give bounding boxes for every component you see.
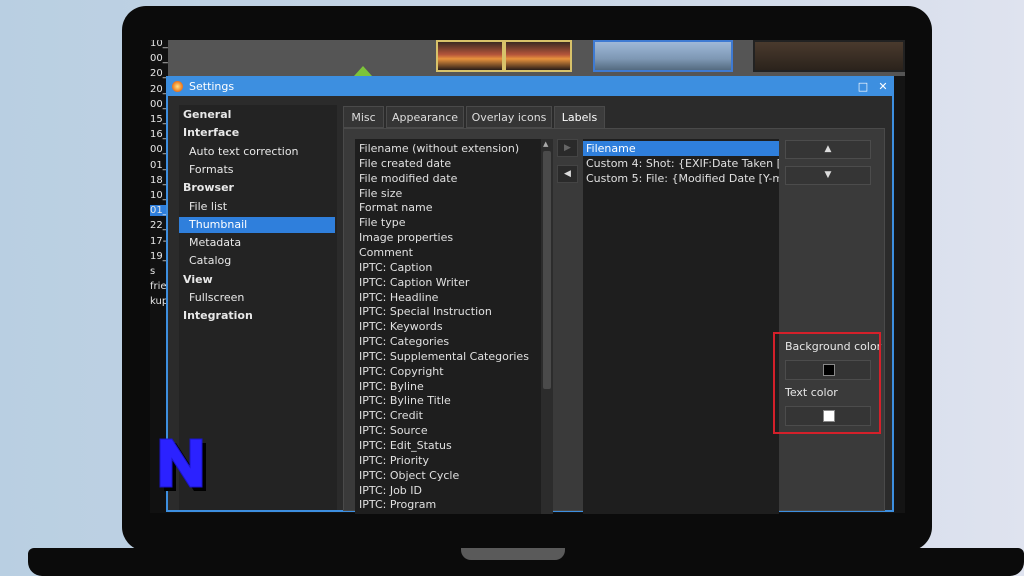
background-thumbnail[interactable] (753, 40, 905, 72)
n-logo-icon (159, 438, 206, 491)
background-file-item[interactable]: 10_WHCRC (150, 40, 168, 49)
sidebar-item-view[interactable]: View (179, 272, 335, 288)
available-field-item[interactable]: File created date (359, 156, 451, 171)
available-fields-scrollbar[interactable]: ▲ (541, 139, 553, 514)
window-title: Settings (189, 80, 235, 93)
sidebar-item-formats[interactable]: Formats (179, 162, 335, 178)
field-options: ▲ ▼ Background color Text color (781, 139, 881, 514)
move-up-button[interactable]: ▲ (785, 140, 871, 159)
available-field-item[interactable]: Filename (without extension) (359, 141, 519, 156)
titlebar: Settings □ ✕ (168, 78, 892, 96)
background-thumbnail[interactable] (504, 40, 572, 72)
background-thumbnail[interactable] (593, 40, 733, 72)
available-field-item[interactable]: IPTC: Object Cycle (359, 468, 459, 483)
settings-window: Settings □ ✕ General Interface Auto text c… (166, 76, 894, 514)
available-field-item[interactable]: Image properties (359, 230, 453, 245)
available-field-item[interactable]: IPTC: Edit_Status (359, 438, 452, 453)
available-field-item[interactable]: IPTC: Source (359, 423, 428, 438)
available-field-item[interactable]: IPTC: Headline (359, 290, 438, 305)
maximize-button[interactable]: □ (856, 80, 870, 94)
add-field-button[interactable]: ▶ (557, 139, 578, 157)
scrollbar-thumb[interactable] (543, 151, 551, 389)
available-field-item[interactable]: IPTC: Job ID (359, 483, 422, 498)
available-field-item[interactable]: IPTC: Supplemental Categories (359, 349, 529, 364)
available-field-item[interactable]: IPTC: Caption Writer (359, 275, 469, 290)
background-file-item[interactable]: s (150, 266, 155, 277)
selected-fields-list[interactable]: Filename Custom 4: Shot: {EXIF:Date Taken… (583, 139, 779, 514)
sidebar-item-fullscreen[interactable]: Fullscreen (179, 290, 335, 306)
sidebar-item-file-list[interactable]: File list (179, 199, 335, 215)
close-button[interactable]: ✕ (876, 80, 890, 94)
available-field-item[interactable]: Format name (359, 200, 432, 215)
available-field-item[interactable]: IPTC: Categories (359, 334, 449, 349)
available-field-item[interactable]: File modified date (359, 171, 457, 186)
tab-overlay-icons[interactable]: Overlay icons (466, 106, 552, 128)
tab-misc[interactable]: Misc (343, 106, 384, 128)
green-marker-icon (354, 66, 372, 76)
sidebar-item-general[interactable]: General (179, 107, 335, 123)
background-thumbnail-strip (168, 40, 905, 76)
highlight-box (773, 332, 881, 434)
background-file-item[interactable]: 17- (150, 236, 166, 247)
selected-field-item[interactable]: Filename (583, 141, 779, 156)
available-field-item[interactable]: IPTC: Copyright (359, 364, 444, 379)
app-icon (172, 81, 183, 92)
sidebar-item-catalog[interactable]: Catalog (179, 253, 335, 269)
sidebar-item-thumbnail[interactable]: Thumbnail (179, 216, 335, 233)
background-thumbnail[interactable] (436, 40, 504, 72)
sidebar-item-auto-text-correction[interactable]: Auto text correction (179, 144, 335, 160)
tab-appearance[interactable]: Appearance (386, 106, 464, 128)
available-field-item[interactable]: File type (359, 215, 405, 230)
available-field-item[interactable]: IPTC: Priority (359, 453, 429, 468)
labels-panel: Filename (without extension) File created… (343, 128, 885, 514)
remove-field-button[interactable]: ◀ (557, 165, 578, 183)
available-field-item[interactable]: File size (359, 186, 402, 201)
sidebar-item-metadata[interactable]: Metadata (179, 235, 335, 251)
selected-field-item[interactable]: Custom 5: File: {Modified Date [Y-m-d H (583, 171, 779, 186)
available-field-item[interactable]: IPTC: Credit (359, 408, 423, 423)
sidebar-item-integration[interactable]: Integration (179, 308, 335, 324)
background-file-item[interactable]: frie (150, 281, 167, 292)
move-down-button[interactable]: ▼ (785, 166, 871, 185)
scroll-up-icon[interactable]: ▲ (543, 140, 548, 148)
available-field-item[interactable]: IPTC: Keywords (359, 319, 443, 334)
available-field-item[interactable]: IPTC: Special Instruction (359, 304, 492, 319)
sidebar-item-browser[interactable]: Browser (179, 180, 335, 196)
tab-labels[interactable]: Labels (554, 106, 605, 129)
sidebar-item-interface[interactable]: Interface (179, 125, 335, 141)
available-field-item[interactable]: IPTC: Byline (359, 379, 424, 394)
available-field-item[interactable]: IPTC: Caption (359, 260, 432, 275)
available-field-item[interactable]: IPTC: Program (359, 497, 436, 512)
available-field-item[interactable]: Comment (359, 245, 413, 260)
available-field-item[interactable]: IPTC: Byline Title (359, 393, 451, 408)
background-file-item[interactable]: 00_DSSG (150, 53, 168, 64)
laptop-notch (461, 548, 565, 560)
available-fields-list[interactable]: Filename (without extension) File created… (355, 139, 551, 514)
selected-field-item[interactable]: Custom 4: Shot: {EXIF:Date Taken [Y-m-d (583, 156, 779, 171)
